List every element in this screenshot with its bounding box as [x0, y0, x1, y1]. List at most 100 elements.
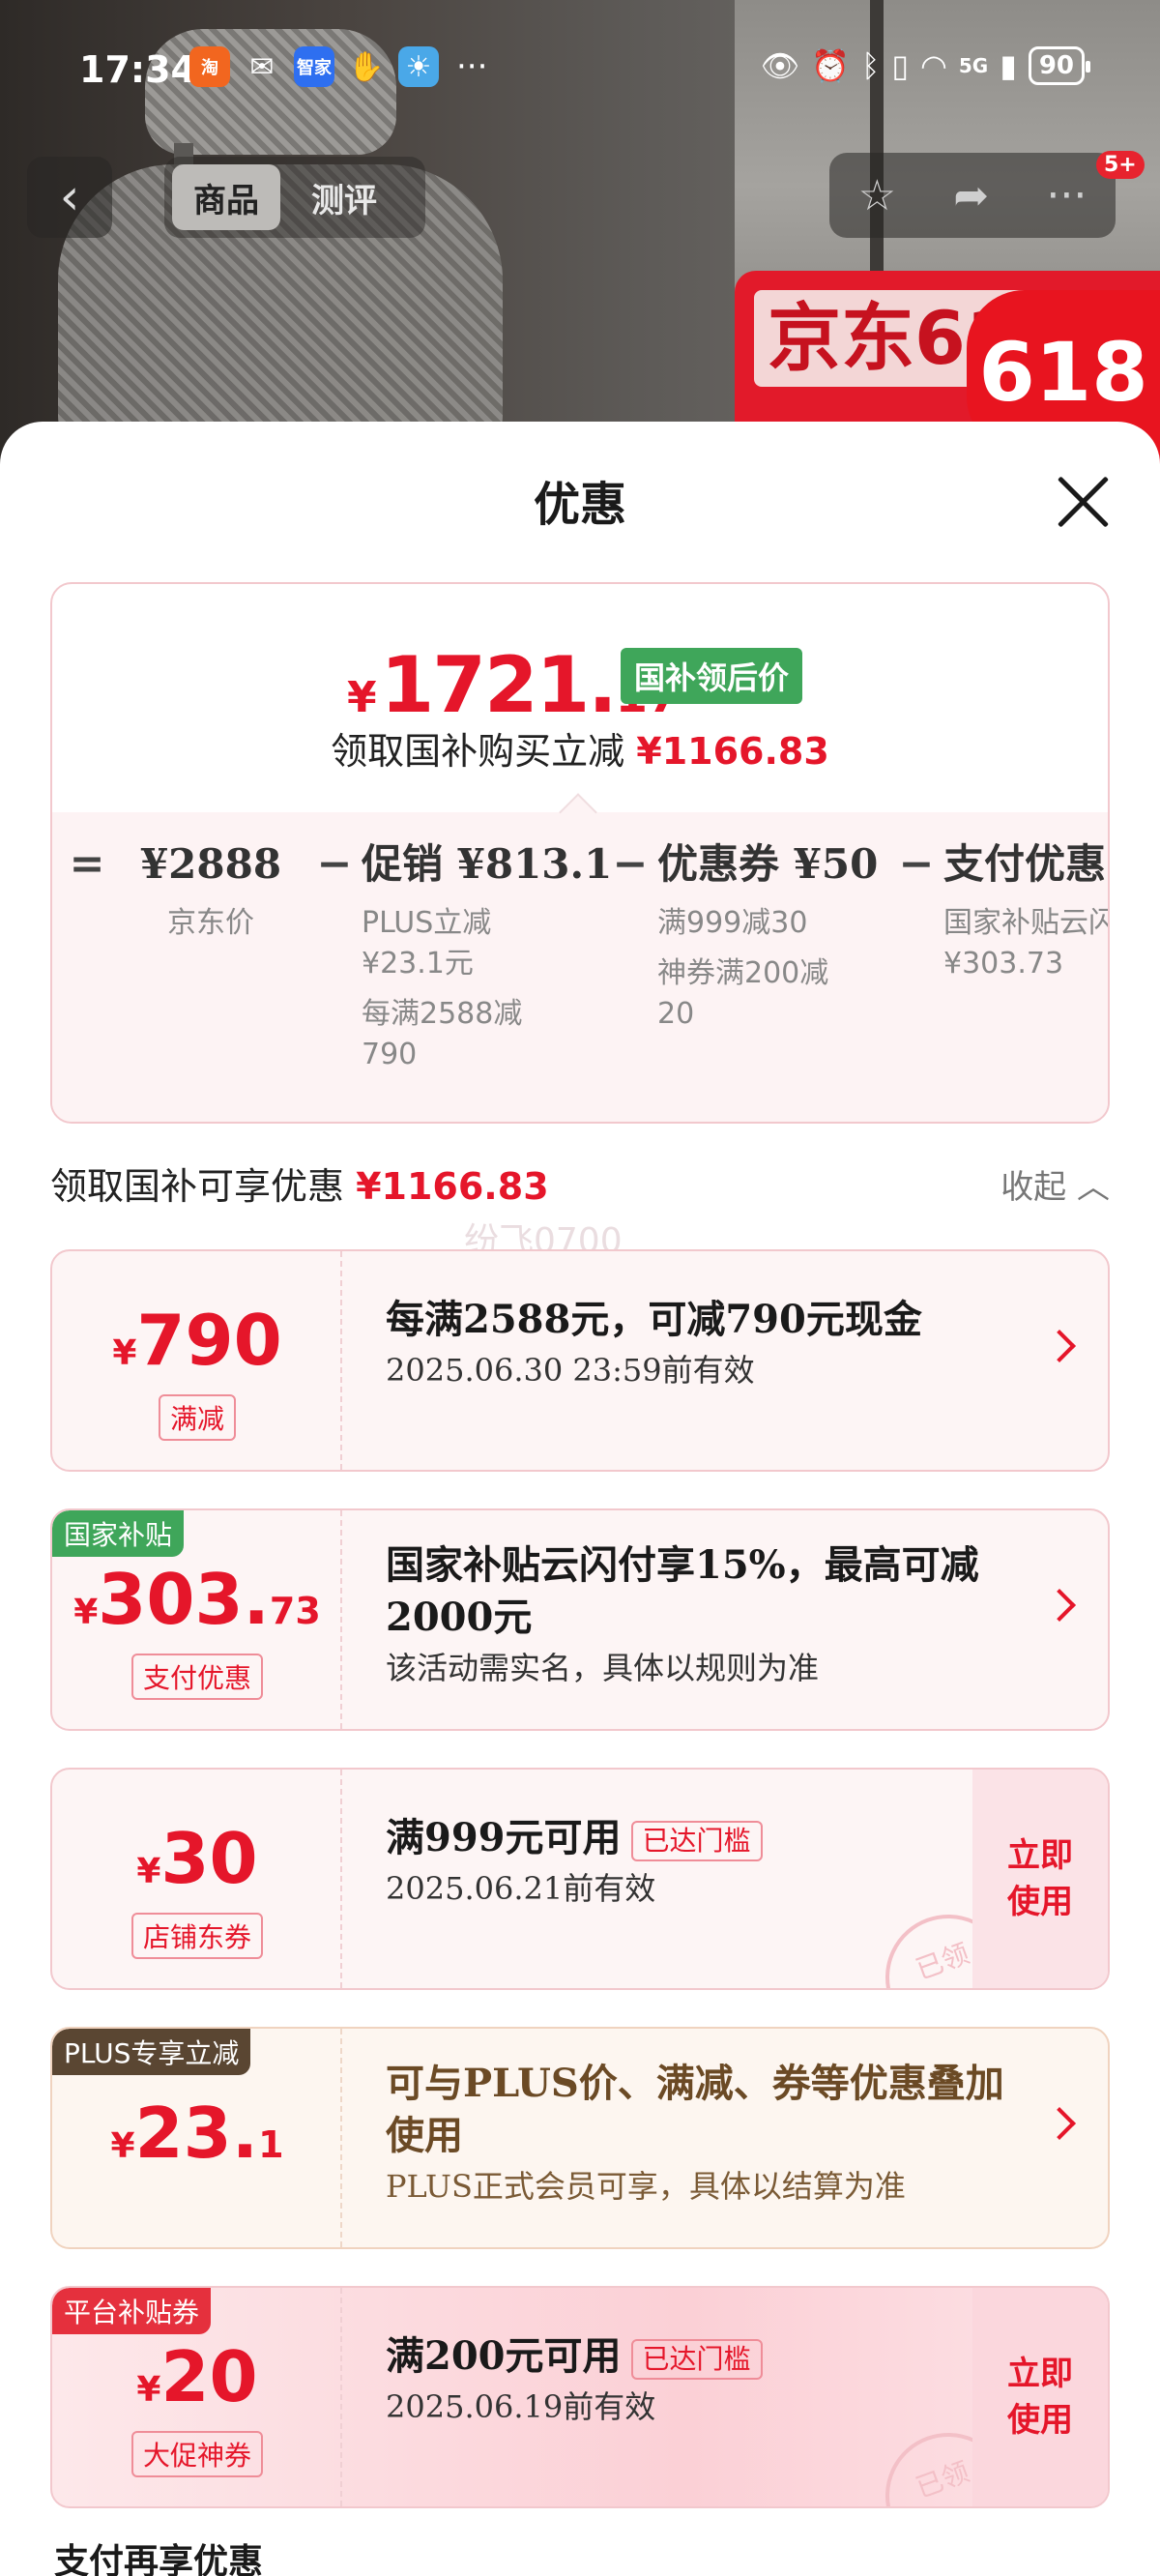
- chevron-right-icon[interactable]: [1043, 1589, 1076, 1622]
- product-tabs: 商品 测评: [164, 157, 425, 238]
- coupon-value: 23.: [134, 2093, 259, 2174]
- coupon-amount: ¥790: [52, 1300, 342, 1381]
- breakdown-jd-price: ¥2888 京东价: [114, 837, 307, 1075]
- hand-icon: ✋: [348, 49, 385, 84]
- nav-actions: ☆ ➦ ···: [829, 153, 1116, 238]
- section-label: 领取国补可享优惠 ¥1166.83: [50, 1165, 549, 1208]
- coupon-kind-label: 满减: [158, 1394, 236, 1441]
- coupon-body: 满999元可用 已达门槛 2025.06.21前有效: [386, 1812, 1004, 1911]
- price-summary-card: ¥ 1721. 17 国补领后价 领取国补购买立减 ¥1166.83 = ¥28…: [50, 582, 1110, 1124]
- coupon-kind: 大促神券: [52, 2431, 342, 2477]
- breakdown-coupon: 优惠券 ¥50 满999减30 神券满200减 20: [657, 837, 889, 1075]
- breakdown-head: 支付优惠 ¥3: [943, 840, 1108, 888]
- coupon-amount: ¥303.73: [52, 1559, 342, 1640]
- coupon-kind-label: 店铺东券: [130, 1913, 263, 1959]
- breakdown-operator: −: [316, 839, 353, 889]
- coupon-title-text: 满200元可用: [386, 2333, 622, 2379]
- coupon-subtitle: 2025.06.30 23:59前有效: [386, 1352, 755, 1389]
- breakdown-desc: 满999减30: [657, 906, 808, 940]
- use-now-label-1: 立即: [1007, 2355, 1073, 2393]
- coupon-value: 30: [160, 1818, 258, 1899]
- breakdown-head: 促销 ¥813.1: [362, 840, 613, 888]
- breakdown-row: = ¥2888 京东价 − 促销 ¥813.1 PLUS立减 ¥23.1元 每满…: [60, 837, 1108, 1075]
- chevron-right-icon[interactable]: [1043, 1330, 1076, 1362]
- chevron-right-icon[interactable]: [1043, 2107, 1076, 2140]
- message-badge: 5+: [1096, 151, 1145, 179]
- tab-review[interactable]: 测评: [290, 164, 398, 230]
- weather-icon: ☀: [398, 46, 439, 87]
- section-amount: ¥1166.83: [356, 1165, 549, 1208]
- coupon-body: 可与PLUS价、满减、券等优惠叠加使用 PLUS正式会员可享，具体以结算为准: [386, 2058, 1004, 2209]
- battery-indicator: 90: [1028, 46, 1091, 85]
- breakdown-promo: 促销 ¥813.1 PLUS立减 ¥23.1元 每满2588减 790: [362, 837, 613, 1075]
- gov-subsidy-price-tag: 国补领后价: [621, 648, 803, 704]
- favorite-star-icon[interactable]: ☆: [858, 171, 896, 220]
- bluetooth-icon: ᛒ: [861, 47, 881, 84]
- more-icon[interactable]: ···: [1046, 171, 1087, 220]
- chevron-up-icon: ︿: [1077, 1168, 1110, 1207]
- back-button[interactable]: ‹: [27, 157, 112, 238]
- smarthome-icon: 智家: [294, 46, 334, 87]
- price-subtitle-amount: ¥1166.83: [636, 730, 829, 773]
- taobao-icon: 淘: [189, 46, 230, 87]
- wifi-icon: ◠: [919, 47, 947, 84]
- coupon-subtitle: 2025.06.21前有效: [386, 1870, 656, 1907]
- alarm-icon: ⏰: [811, 47, 851, 84]
- status-right: 👁 ⏰ ᛒ ▯ ◠ 5G ▮ 90: [761, 46, 1091, 85]
- close-button[interactable]: [1054, 472, 1112, 530]
- coupon-title: 满999元可用 已达门槛: [386, 1812, 1004, 1864]
- price-subtitle-text: 领取国补购买立减: [331, 730, 625, 773]
- collapse-button[interactable]: 收起 ︿: [1000, 1160, 1110, 1208]
- status-app-icons: 淘 ✉ 智家 ✋ ☀ ···: [189, 46, 487, 87]
- price-yen: ¥: [347, 673, 377, 722]
- more-notifications-icon: ···: [456, 47, 488, 86]
- wechat-icon: ✉: [249, 49, 275, 84]
- share-icon[interactable]: ➦: [953, 171, 989, 220]
- coupon-subtitle: 该活动需实名，具体以规则为准: [386, 1650, 820, 1686]
- coupon-title: 国家补贴云闪付享15%，最高可减2000元: [386, 1542, 979, 1640]
- coupon-kind: 支付优惠: [52, 1654, 342, 1700]
- coupon-value: 20: [160, 2336, 258, 2417]
- coupon-kind-label: 大促神券: [130, 2431, 263, 2477]
- coupon-value: 303.: [98, 1559, 270, 1640]
- coupon-body: 满200元可用 已达门槛 2025.06.19前有效: [386, 2330, 1004, 2429]
- coupon-card[interactable]: 平台补贴券 ¥20 大促神券 满200元可用 已达门槛 2025.06.19前有效…: [50, 2286, 1110, 2508]
- coupon-kind: 店铺东券: [52, 1913, 342, 1959]
- sheet-title: 优惠: [533, 478, 626, 532]
- threshold-reached-badge: 已达门槛: [630, 2339, 763, 2380]
- tab-product[interactable]: 商品: [172, 164, 280, 230]
- coupon-title: 满200元可用 已达门槛: [386, 2330, 1004, 2383]
- network-type: 5G: [958, 54, 989, 77]
- coupon-corner-label: 平台补贴券: [52, 2288, 212, 2334]
- breakdown-desc: PLUS立减 ¥23.1元: [362, 906, 492, 981]
- breakdown-payment: 支付优惠 ¥3 国家补贴云闪付 ¥303.73: [943, 837, 1108, 1075]
- breakdown-desc: 京东价: [167, 906, 254, 940]
- coupon-title: 每满2588元，可减790元现金: [386, 1297, 922, 1342]
- pay-again-heading: 支付再享优惠: [54, 2541, 264, 2576]
- use-now-button[interactable]: 立即 使用: [972, 2288, 1108, 2506]
- breakdown-operator: −: [898, 839, 935, 889]
- collapse-label: 收起: [1000, 1168, 1067, 1207]
- coupon-decimal: 1: [258, 2123, 284, 2166]
- use-now-button[interactable]: 立即 使用: [972, 1770, 1108, 1988]
- coupon-yen: ¥: [136, 2370, 161, 2410]
- gov-subsidy-section-header: 领取国补可享优惠 ¥1166.83 收起 ︿: [50, 1156, 1110, 1211]
- coupon-amount: ¥20: [52, 2336, 342, 2417]
- price-integer: 1721.: [380, 640, 618, 730]
- coupon-card[interactable]: 国家补贴 ¥303.73 支付优惠 国家补贴云闪付享15%，最高可减2000元 …: [50, 1508, 1110, 1731]
- coupon-card[interactable]: ¥30 店铺东券 满999元可用 已达门槛 2025.06.21前有效 已领 立即…: [50, 1768, 1110, 1990]
- coupon-yen: ¥: [110, 2126, 135, 2166]
- coupon-card[interactable]: ¥790 满减 每满2588元，可减790元现金 2025.06.30 23:5…: [50, 1249, 1110, 1472]
- use-now-label-2: 使用: [1007, 1883, 1073, 1921]
- section-label-text: 领取国补可享优惠: [50, 1165, 345, 1208]
- coupon-card[interactable]: PLUS专享立减 ¥23.1 可与PLUS价、满减、券等优惠叠加使用 PLUS正…: [50, 2027, 1110, 2249]
- status-bar: 17:34 淘 ✉ 智家 ✋ ☀ ··· 👁 ⏰ ᛒ ▯ ◠ 5G ▮ 90: [0, 39, 1160, 106]
- use-now-label-1: 立即: [1007, 1836, 1073, 1875]
- coupon-subtitle: PLUS正式会员可享，具体以结算为准: [386, 2168, 906, 2205]
- price-subtitle: 领取国补购买立减 ¥1166.83: [52, 721, 1108, 775]
- coupon-title-text: 满999元可用: [386, 1815, 622, 1860]
- vibrate-icon: ▯: [891, 47, 909, 84]
- coupon-kind-label: 支付优惠: [130, 1654, 263, 1700]
- price-top: ¥ 1721. 17 国补领后价 领取国补购买立减 ¥1166.83: [52, 584, 1108, 814]
- breakdown-desc: 每满2588减 790: [362, 997, 523, 1071]
